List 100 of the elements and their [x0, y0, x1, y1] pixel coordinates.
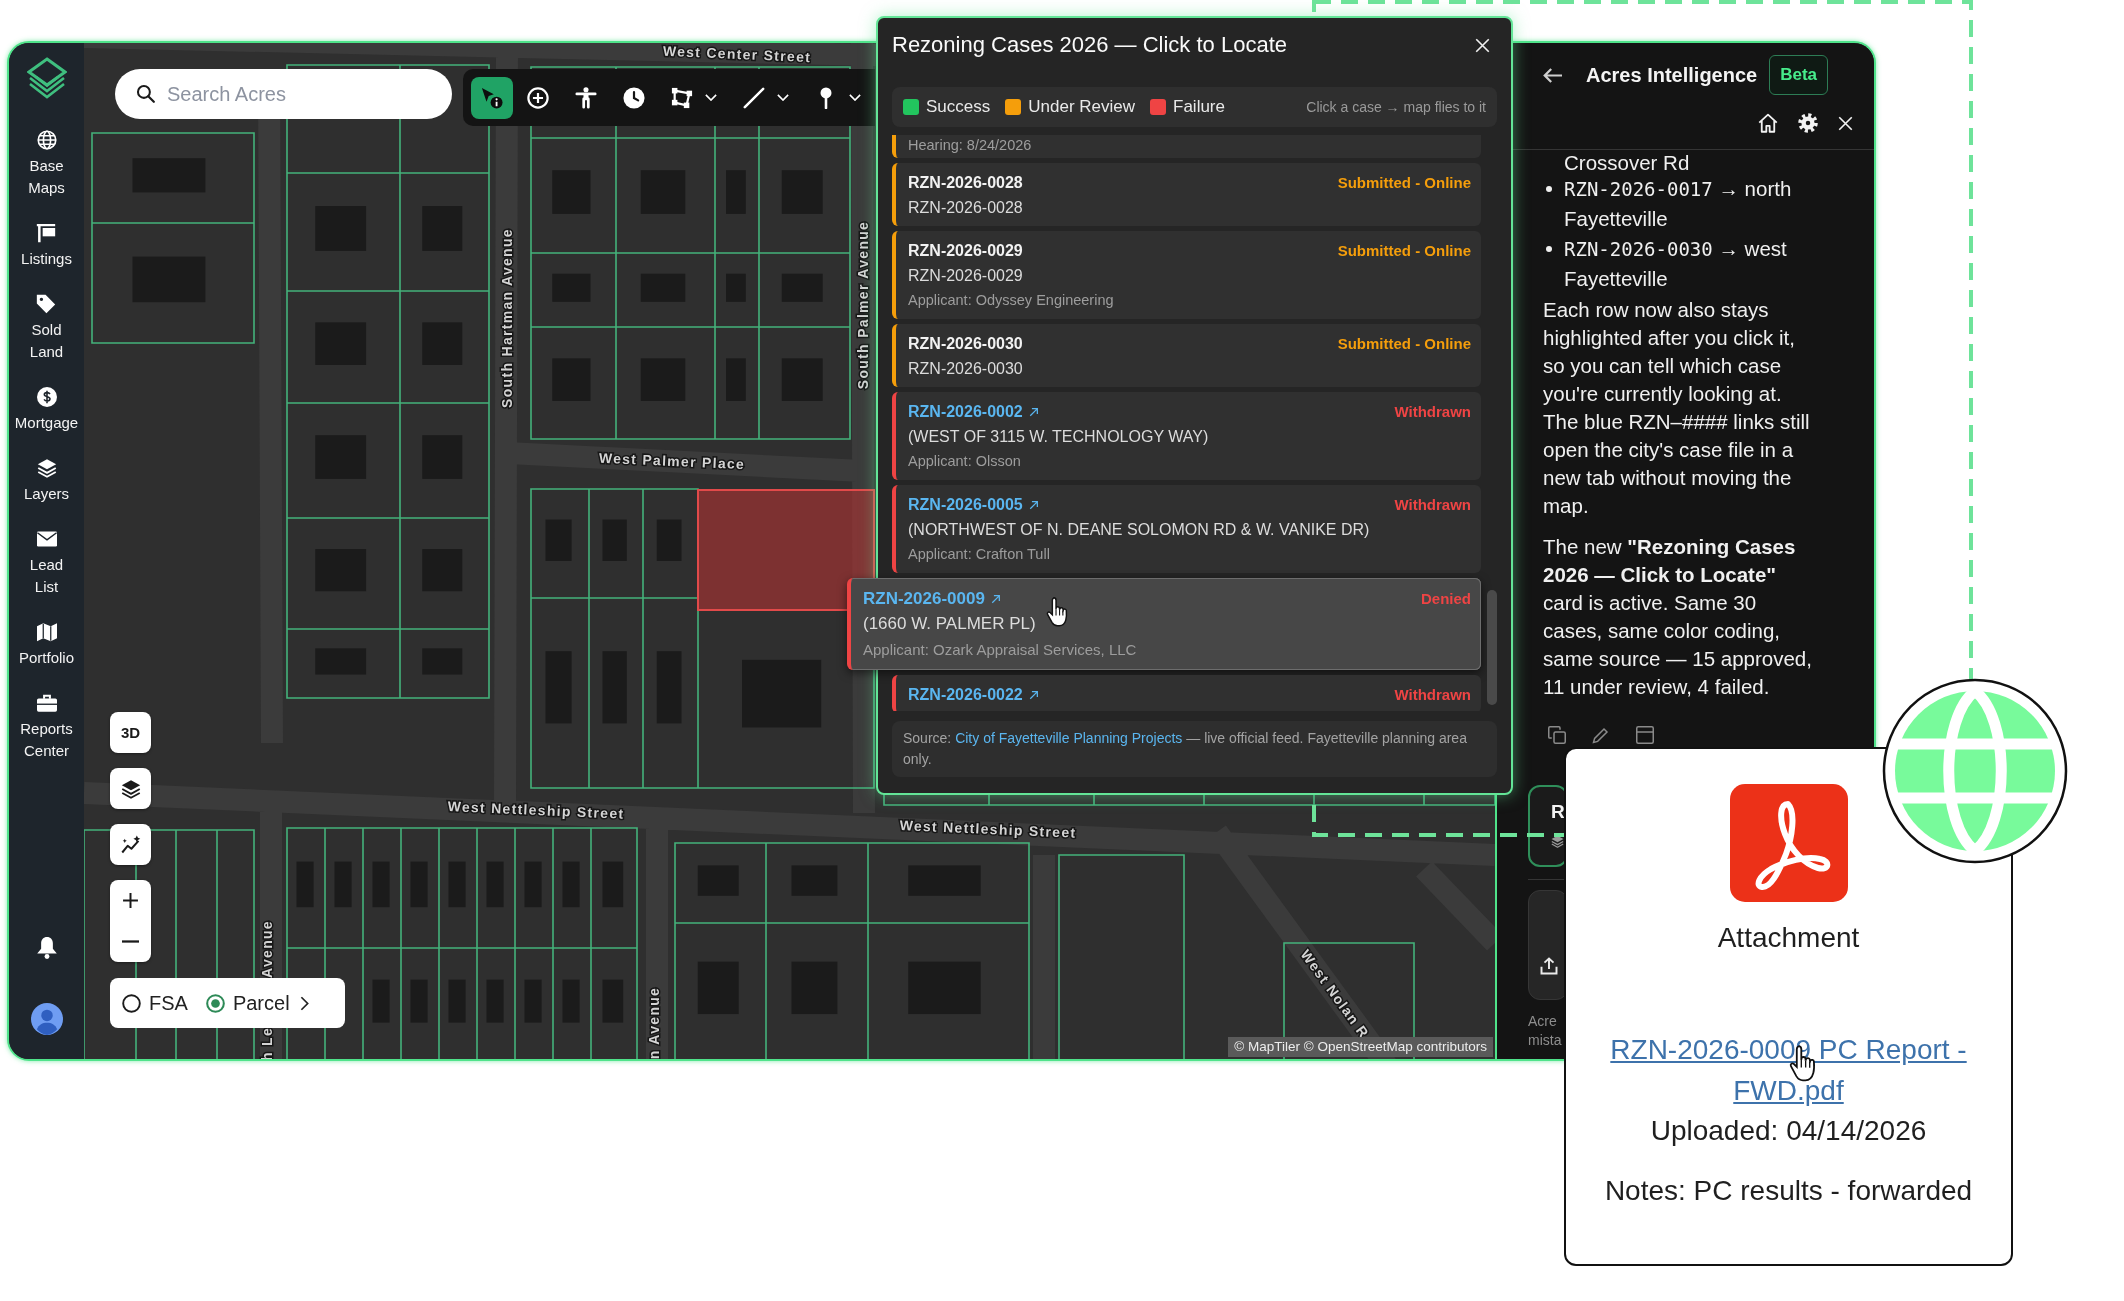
status-label: Withdrawn [1394, 496, 1471, 513]
case-detail: Hearing: 8/24/2026 [908, 136, 1032, 155]
message-paragraph: Each row now also stays highlighted after you click it, so you can tell which case you're currently looking at. The blue RZN–#### links still open the city's case file in a new tab without moving the map. [1543, 297, 1811, 519]
beta-badge: Beta [1769, 55, 1829, 95]
case-address: (NORTHWEST OF N. DEANE SOLOMON RD & W. VANIKE DR) [908, 520, 1370, 540]
case-address: RZN-2026-0029 [908, 266, 1023, 286]
case-id: RZN-2026-0028 [908, 173, 1023, 192]
logo-icon[interactable] [26, 57, 67, 99]
street-label: West Palmer Place [598, 449, 746, 473]
flag-icon [36, 223, 57, 243]
case-address: (1660 W. PALMER PL) [863, 613, 1036, 635]
home-icon[interactable] [1758, 113, 1778, 133]
pencil-icon[interactable] [1592, 726, 1610, 744]
sidebar-item[interactable]: Sold Land [29, 294, 64, 363]
case-link[interactable]: RZN-2026-0022 [908, 685, 1039, 704]
street-label: South Hartman Avenue [498, 228, 515, 408]
back-arrow-icon[interactable] [1543, 67, 1562, 83]
case-row[interactable]: RZN-2026-0030 Submitted - Online RZN-2026-0030 [892, 324, 1481, 387]
legend-label: Failure [1173, 97, 1225, 117]
card-title: Rezoning Cases 2026 — Click to Locate [892, 32, 1287, 58]
radio-option[interactable]: Parcel [205, 991, 290, 1015]
view-3d-button[interactable]: 3D [110, 712, 151, 753]
external-link-icon [1028, 689, 1039, 700]
bell-icon[interactable] [36, 937, 57, 959]
radio-option[interactable]: FSA [122, 991, 188, 1015]
case-detail: Applicant: Olsson [908, 452, 1021, 471]
hint-text: Click a case → map flies to it [1306, 99, 1486, 115]
case-row[interactable]: Hearing: 8/24/2026 [892, 135, 1481, 158]
sidebar-item[interactable]: Layers [24, 458, 69, 505]
layers-button[interactable] [110, 768, 151, 809]
settings-icon[interactable] [1798, 113, 1818, 133]
polygon-icon [671, 86, 693, 109]
disclaimer-text: Acre [1528, 1012, 1557, 1031]
radio-button[interactable] [205, 993, 225, 1013]
search-icon [136, 84, 155, 103]
case-row[interactable]: RZN-2026-0028 Submitted - Online RZN-2026-0028 [892, 163, 1481, 226]
sidebar-item[interactable]: Reports Center [20, 693, 73, 762]
case-link[interactable]: RZN-2026-0009 [863, 588, 1001, 609]
trend-chart-icon [120, 834, 141, 855]
source-note: Source: City of Fayetteville Planning Projects — live official feed. Fayetteville planning area only. [892, 721, 1497, 777]
external-link-icon [990, 593, 1001, 604]
status-label: Denied [1421, 590, 1471, 607]
street-label: South Palmer Avenue [854, 220, 871, 390]
hand-cursor-icon [1046, 597, 1068, 628]
street-label: West Nettleship Street [447, 798, 625, 822]
close-icon[interactable] [1838, 115, 1853, 131]
case-row[interactable]: RZN-2026-0002 Withdrawn (WEST OF 3115 W. TECHNOLOGY WAY) Applicant: Olsson [892, 392, 1481, 480]
case-link[interactable]: RZN-2026-0005 [908, 495, 1039, 514]
search-field[interactable]: Search Acres [115, 69, 452, 119]
pdf-file-icon [1729, 784, 1848, 902]
bullet-text: RZN-2026-0017 → north Fayetteville [1564, 176, 1793, 232]
map-attribution: © MapTiler © OpenStreetMap contributors [1228, 1037, 1493, 1057]
line-icon [743, 86, 765, 109]
disclaimer-text: mista [1528, 1031, 1562, 1050]
status-label: Submitted - Online [1337, 174, 1471, 191]
street-label: Avenue [258, 920, 275, 978]
chevron-right-icon[interactable] [299, 995, 309, 1011]
cursor-info-icon [481, 86, 503, 109]
sidebar-item[interactable]: Portfolio [19, 622, 74, 669]
sidebar-item[interactable]: Listings [21, 223, 72, 270]
case-link[interactable]: RZN-2026-0002 [908, 402, 1039, 421]
sidebar-item[interactable]: Base Maps [28, 130, 65, 199]
status-label: Submitted - Online [1337, 335, 1471, 352]
sidebar-item[interactable]: Lead List [29, 529, 64, 598]
external-link-icon [1028, 499, 1039, 510]
street-label: n Avenue [645, 986, 662, 1059]
sidebar-item[interactable]: Mortgage [14, 387, 79, 434]
close-icon[interactable] [1475, 37, 1490, 53]
window-icon[interactable] [1636, 726, 1654, 744]
avatar-icon[interactable] [30, 1003, 63, 1035]
case-address: RZN-2026-0028 [908, 198, 1023, 218]
plus-circle-icon [527, 86, 549, 109]
case-row[interactable]: RZN-2026-0022 Withdrawn [892, 675, 1481, 711]
case-row[interactable]: RZN-2026-0005 Withdrawn (NORTHWEST OF N. DEANE SOLOMON RD & W. VANIKE DR) Applicant: Crafton Tull [892, 485, 1481, 573]
analytics-button[interactable] [110, 824, 151, 865]
copy-icon[interactable] [1548, 726, 1566, 744]
source-link[interactable]: City of Fayetteville Planning Projects [955, 730, 1183, 746]
scrollbar-thumb[interactable] [1487, 590, 1497, 705]
external-link-icon [1028, 406, 1039, 417]
file-link[interactable]: RZN-2026-0009 PC Report - FWD.pdf [1588, 1029, 1989, 1111]
upload-date: Uploaded: 04/14/2026 [1650, 1114, 1927, 1148]
legend-label: Under Review [1028, 97, 1135, 117]
message-paragraph: The new "Rezoning Cases 2026 — Click to Locate" card is active. Same 30 cases, same color coding, same source — 15 approved, 11 under review, 4 failed. [1543, 534, 1813, 700]
case-id: RZN-2026-0029 [908, 241, 1023, 260]
case-row[interactable]: RZN-2026-0029 Submitted - Online RZN-2026-0029 Applicant: Odyssey Engineering [892, 231, 1481, 319]
case-detail: Applicant: Odyssey Engineering [908, 291, 1114, 310]
status-label: Submitted - Online [1337, 242, 1471, 259]
bullet-icon [1546, 186, 1552, 192]
case-detail: Applicant: Ozark Appraisal Services, LLC [863, 640, 1137, 660]
case-detail: Applicant: Crafton Tull [908, 545, 1050, 564]
status-label: Withdrawn [1394, 686, 1471, 703]
radio-button[interactable] [122, 993, 141, 1013]
layers-icon [1551, 835, 1564, 848]
case-id: RZN-2026-0030 [908, 334, 1023, 353]
tag-icon [36, 294, 57, 314]
person-icon [575, 86, 597, 109]
tool-button[interactable] [471, 76, 513, 119]
case-row[interactable]: RZN-2026-0009 Denied (1660 W. PALMER PL) Applicant: Ozark Appraisal Services, LLC [847, 578, 1481, 670]
globe-icon [36, 130, 57, 150]
upload-icon [1540, 957, 1558, 975]
